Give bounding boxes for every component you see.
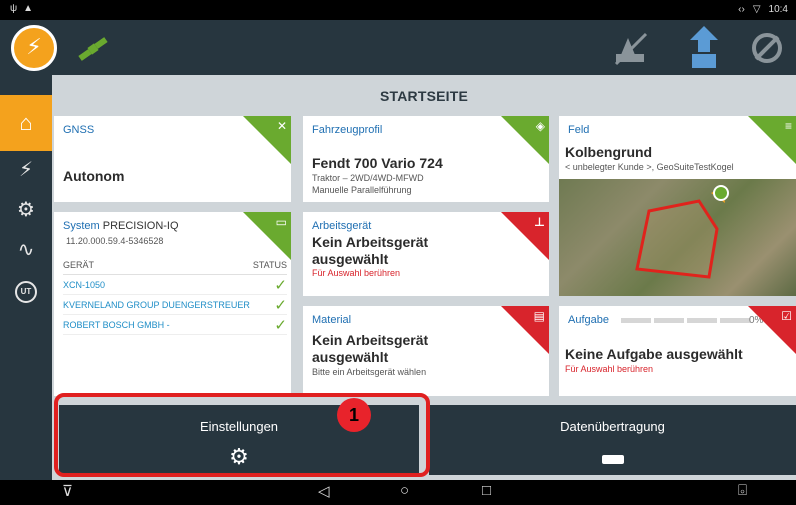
field-boundary [635,185,729,279]
check-icon: ✓ [274,296,287,314]
task-header: Aufgabe [568,314,609,326]
disabled-icon[interactable] [750,31,784,65]
check-icon: ✓ [274,316,287,334]
wifi-icon: ▽ [752,4,761,15]
clock: 10:4 [768,4,788,15]
device-row[interactable]: KVERNELAND GROUP DUENGERSTREUER ✓ [63,295,287,315]
system-card[interactable]: System PRECISION-IQ ▭ 11.20.000.59.4-534… [54,212,291,396]
device-row[interactable]: ROBERT BOSCH GMBH - ✓ [63,315,287,335]
field-name: Kolbengrund [565,144,653,160]
gnss-header: GNSS [63,124,95,136]
recents-icon[interactable]: □ [482,482,491,499]
task-clipboard-icon: ☑ [781,309,792,323]
task-card[interactable]: Aufgabe 0% ☑ Keine Aufgabe ausgewählt Fü… [559,306,796,396]
device-name: KVERNELAND GROUP DUENGERSTREUER [63,299,250,310]
col-status: STATUS [252,260,287,270]
check-icon: ✓ [274,276,287,294]
app-bar: ⚡ [0,20,796,75]
diagnostics-icon[interactable]: ∿ [0,237,52,262]
implement-hint: Für Auswahl berühren [312,268,401,278]
brand-icon[interactable]: ⊽ [62,482,73,500]
field-customer: < unbelegter Kunde >, GeoSuiteTestKogel [565,162,734,172]
material-hint: Bitte ein Arbeitsgerät wählen [312,367,427,377]
camera-icon[interactable]: ⌻ [738,482,747,499]
implement-small-icon: ⊥ [534,215,545,229]
autosteer-icon[interactable] [684,24,724,72]
task-value: Keine Aufgabe ausgewählt [565,346,743,362]
home-icon[interactable]: ⌂ [0,95,52,151]
annotation-highlight [54,393,430,477]
implement-icon[interactable]: ⚙ [0,197,52,222]
material-value: Kein Arbeitsgerät ausgewählt [312,332,429,365]
page-title: STARTSEITE [379,88,469,104]
system-header: System PRECISION-IQ [63,220,179,232]
implement-header: Arbeitsgerät [312,220,372,232]
material-header: Material [312,314,352,326]
back-icon[interactable]: ◁ [318,482,330,500]
guidance-icon[interactable]: ⚡ [0,157,52,182]
vehicle-type: Traktor – 2WD/4WD-MFWD [312,173,424,183]
sidebar: ⌂ ⚡ ⚙ ∿ UT [0,75,52,480]
vehicle-name: Fendt 700 Vario 724 [312,155,443,171]
field-icon: ≡ [784,119,792,133]
col-device: GERÄT [63,260,95,270]
display-icon: ▭ [275,215,287,229]
system-label: System [63,220,100,232]
system-product: PRECISION-IQ [102,220,179,232]
device-name: ROBERT BOSCH GMBH - [63,319,170,330]
system-version: 11.20.000.59.4-5346528 [66,236,164,246]
satellite-icon[interactable] [76,34,110,64]
material-card[interactable]: Material ▤ Kein Arbeitsgerät ausgewählt … [303,306,549,396]
home-nav-icon[interactable]: ○ [400,482,409,499]
ut-icon[interactable]: UT [0,277,52,303]
gnss-value: Autonom [63,168,125,184]
data-transfer-button[interactable]: Datenübertragung [429,405,796,475]
usb-stick-icon [429,444,796,470]
ut-label: UT [15,281,37,303]
device-name: XCN-1050 [63,279,106,290]
vehicle-mode: Manuelle Parallelführung [312,185,412,195]
notification-icon: ▲ [23,3,34,14]
usb-icon: ψ [10,3,18,14]
field-map[interactable] [559,179,796,296]
annotation-badge: 1 [337,398,371,432]
device-row[interactable]: XCN-1050 ✓ [63,275,287,295]
navigation-bar: ⊽ ◁ ○ □ ⌻ [0,480,796,505]
sync-icon: ‹› [738,4,745,15]
task-progress-bar [621,318,750,323]
guidance-logo-icon[interactable]: ⚡ [11,25,57,71]
implement-card[interactable]: Arbeitsgerät ⊥ Kein Arbeitsgerät ausgewä… [303,212,549,296]
field-header: Feld [568,124,590,136]
task-hint: Für Auswahl berühren [565,364,654,374]
tractor-icon: ◈ [535,119,545,133]
data-transfer-label: Datenübertragung [560,419,665,434]
implement-value: Kein Arbeitsgerät ausgewählt [312,234,429,267]
vehicle-card[interactable]: Fahrzeugprofil ◈ Fendt 700 Vario 724 Tra… [303,116,549,202]
field-card[interactable]: Feld ≡ Kolbengrund < unbelegter Kunde >,… [559,116,796,296]
status-bar: ψ ▲ ‹› ▽ 10:4 [0,0,796,20]
satellite-small-icon: ✕ [276,119,287,133]
implement-off-icon[interactable] [612,30,650,66]
gnss-card[interactable]: GNSS ✕ Autonom [54,116,291,202]
device-table: GERÄT STATUS XCN-1050 ✓ KVERNELAND GROUP… [63,260,287,335]
vehicle-header: Fahrzeugprofil [312,124,383,136]
material-icon: ▤ [533,309,545,323]
